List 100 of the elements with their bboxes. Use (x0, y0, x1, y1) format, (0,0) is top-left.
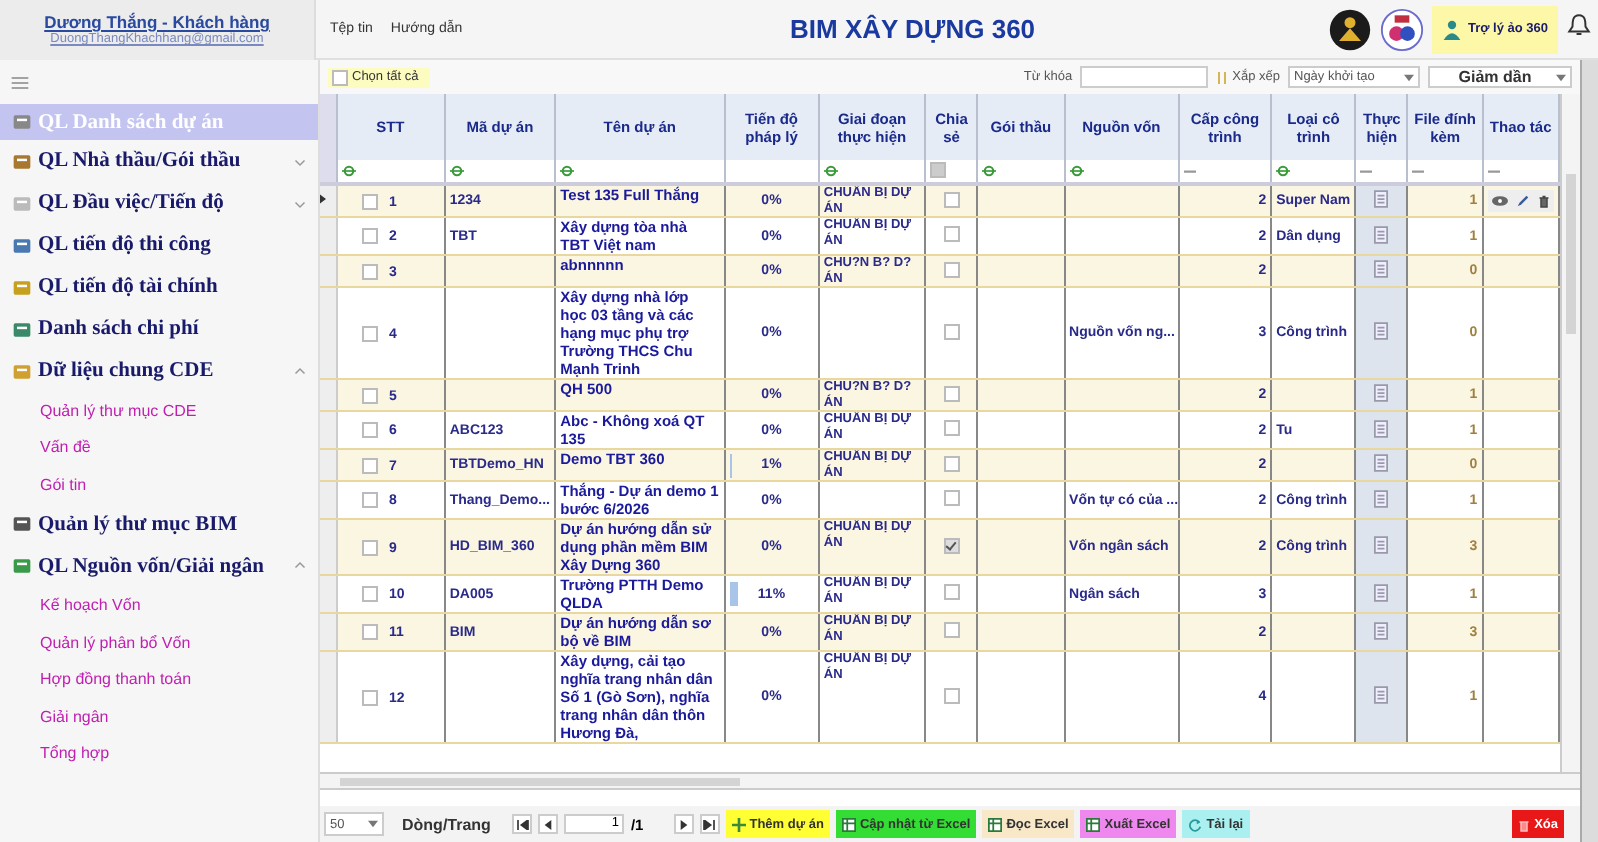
document-icon[interactable] (1374, 621, 1389, 639)
chevron-up-icon (294, 560, 306, 572)
share-checkbox[interactable] (943, 323, 960, 339)
document-icon[interactable] (1374, 419, 1389, 437)
logo-icon[interactable] (1379, 7, 1424, 51)
share-checkbox[interactable] (943, 490, 960, 506)
sidebar-subitem[interactable]: Kế hoạch Vốn (0, 587, 318, 624)
sidebar-subitem[interactable]: Tổng hợp (0, 735, 318, 772)
filter-icon[interactable] (1069, 164, 1084, 178)
spreadsheet-icon (841, 817, 856, 831)
table-cell (444, 651, 556, 743)
sidebar-subitem[interactable]: Quản lý thư mục CDE (0, 392, 318, 429)
document-icon[interactable] (1374, 536, 1389, 554)
previous-icon (544, 819, 553, 829)
document-icon[interactable] (1374, 489, 1389, 507)
share-checkbox[interactable] (943, 537, 960, 553)
sidebar-subitem[interactable]: Quản lý phân bổ Vốn (0, 624, 318, 661)
sidebar-subitem[interactable]: Gói tin (0, 466, 318, 503)
filter-checkbox[interactable] (930, 161, 947, 177)
filter-icon[interactable] (341, 164, 356, 178)
next-page-button[interactable] (673, 814, 694, 834)
row-checkbox[interactable] (361, 422, 378, 438)
module-icon (12, 556, 32, 576)
sidebar-item[interactable]: QL Nhà thầu/Gói thầu (0, 140, 318, 182)
share-checkbox[interactable] (943, 455, 960, 471)
app-title: BIM XÂY DỰNG 360 (790, 14, 1038, 44)
chevron-down-icon (294, 155, 306, 167)
sidebar-item[interactable]: Quản lý thư mục BIM (0, 503, 318, 545)
row-checkbox[interactable] (361, 539, 378, 555)
user-name-link[interactable]: Dương Thắng - Khách hàng (44, 12, 270, 32)
filter-icon[interactable] (823, 164, 838, 178)
trash-icon[interactable] (1537, 194, 1550, 208)
row-checkbox[interactable] (361, 325, 378, 341)
module-icon (12, 514, 32, 534)
row-checkbox[interactable] (361, 457, 378, 473)
row-checkbox[interactable] (361, 689, 378, 705)
document-icon[interactable] (1374, 190, 1389, 208)
keyword-field[interactable] (1080, 66, 1209, 88)
bell-icon[interactable] (1566, 11, 1592, 37)
document-icon[interactable] (1374, 583, 1389, 601)
dropdown-arrow-icon (1404, 73, 1414, 81)
sidebar-item[interactable]: QL tiến độ thi công (0, 224, 318, 266)
person-icon (1441, 19, 1462, 39)
share-checkbox[interactable] (943, 226, 960, 242)
row-checkbox[interactable] (361, 193, 378, 209)
share-checkbox[interactable] (943, 385, 960, 401)
module-icon (12, 112, 32, 132)
sidebar-subitem[interactable]: Vấn đề (0, 429, 318, 466)
filter-icon[interactable] (560, 164, 575, 178)
last-page-button[interactable] (699, 814, 720, 834)
filter-icon[interactable] (1276, 164, 1291, 178)
page-size-label: Dòng/Trang (402, 815, 491, 833)
vertical-scrollbar[interactable] (1560, 94, 1580, 772)
share-checkbox[interactable] (943, 622, 960, 638)
refresh-icon (1188, 817, 1203, 831)
row-checkbox[interactable] (361, 586, 378, 602)
pencil-icon[interactable] (1515, 194, 1530, 208)
share-checkbox[interactable] (943, 584, 960, 600)
dropdown-arrow-icon (1556, 73, 1566, 81)
sidebar-item[interactable]: Dữ liệu chung CDE (0, 350, 318, 392)
trash-icon (1518, 817, 1531, 831)
module-icon (12, 193, 32, 213)
first-page-icon (515, 819, 530, 829)
filter-icon[interactable] (982, 164, 997, 178)
first-page-button[interactable] (512, 814, 533, 834)
row-checkbox[interactable] (361, 387, 378, 403)
document-icon[interactable] (1374, 260, 1389, 278)
sidebar-subitem[interactable]: Giải ngân (0, 698, 318, 735)
sidebar-item[interactable]: QL Đầu việc/Tiến độ (0, 182, 318, 224)
sidebar-subitem[interactable]: Hợp đồng thanh toán (0, 661, 318, 698)
document-icon[interactable] (1374, 454, 1389, 472)
next-icon (679, 819, 688, 829)
filter-icon[interactable] (449, 164, 464, 178)
share-checkbox[interactable] (943, 261, 960, 277)
sidebar-item[interactable]: QL Nguồn vốn/Giải ngân (0, 545, 318, 587)
document-icon[interactable] (1374, 322, 1389, 340)
module-icon (12, 151, 32, 171)
row-checkbox[interactable] (361, 263, 378, 279)
document-icon[interactable] (1374, 225, 1389, 243)
side-panel-tab[interactable] (1580, 60, 1598, 842)
sidebar-item[interactable]: QL tiến độ tài chính (0, 266, 318, 308)
view-icon[interactable] (1491, 196, 1508, 206)
row-checkbox[interactable] (361, 228, 378, 244)
document-icon[interactable] (1374, 384, 1389, 402)
module-icon (12, 277, 32, 297)
share-checkbox[interactable] (943, 420, 960, 436)
chevron-down-icon (294, 197, 306, 209)
sort-order-dropdown[interactable]: Giảm dần (1428, 66, 1572, 88)
share-checkbox[interactable] (943, 191, 960, 207)
previous-page-button[interactable] (538, 814, 559, 834)
plus-icon (731, 817, 746, 831)
horizontal-scrollbar[interactable] (320, 772, 1580, 790)
row-checkbox[interactable] (361, 492, 378, 508)
sidebar-item[interactable]: Danh sách chi phí (0, 308, 318, 350)
share-checkbox[interactable] (943, 687, 960, 703)
menu-icon[interactable] (10, 73, 30, 91)
document-icon[interactable] (1374, 686, 1389, 704)
row-checkbox[interactable] (361, 624, 378, 640)
logo-icon[interactable] (1327, 7, 1372, 51)
spreadsheet-icon (1086, 817, 1101, 831)
